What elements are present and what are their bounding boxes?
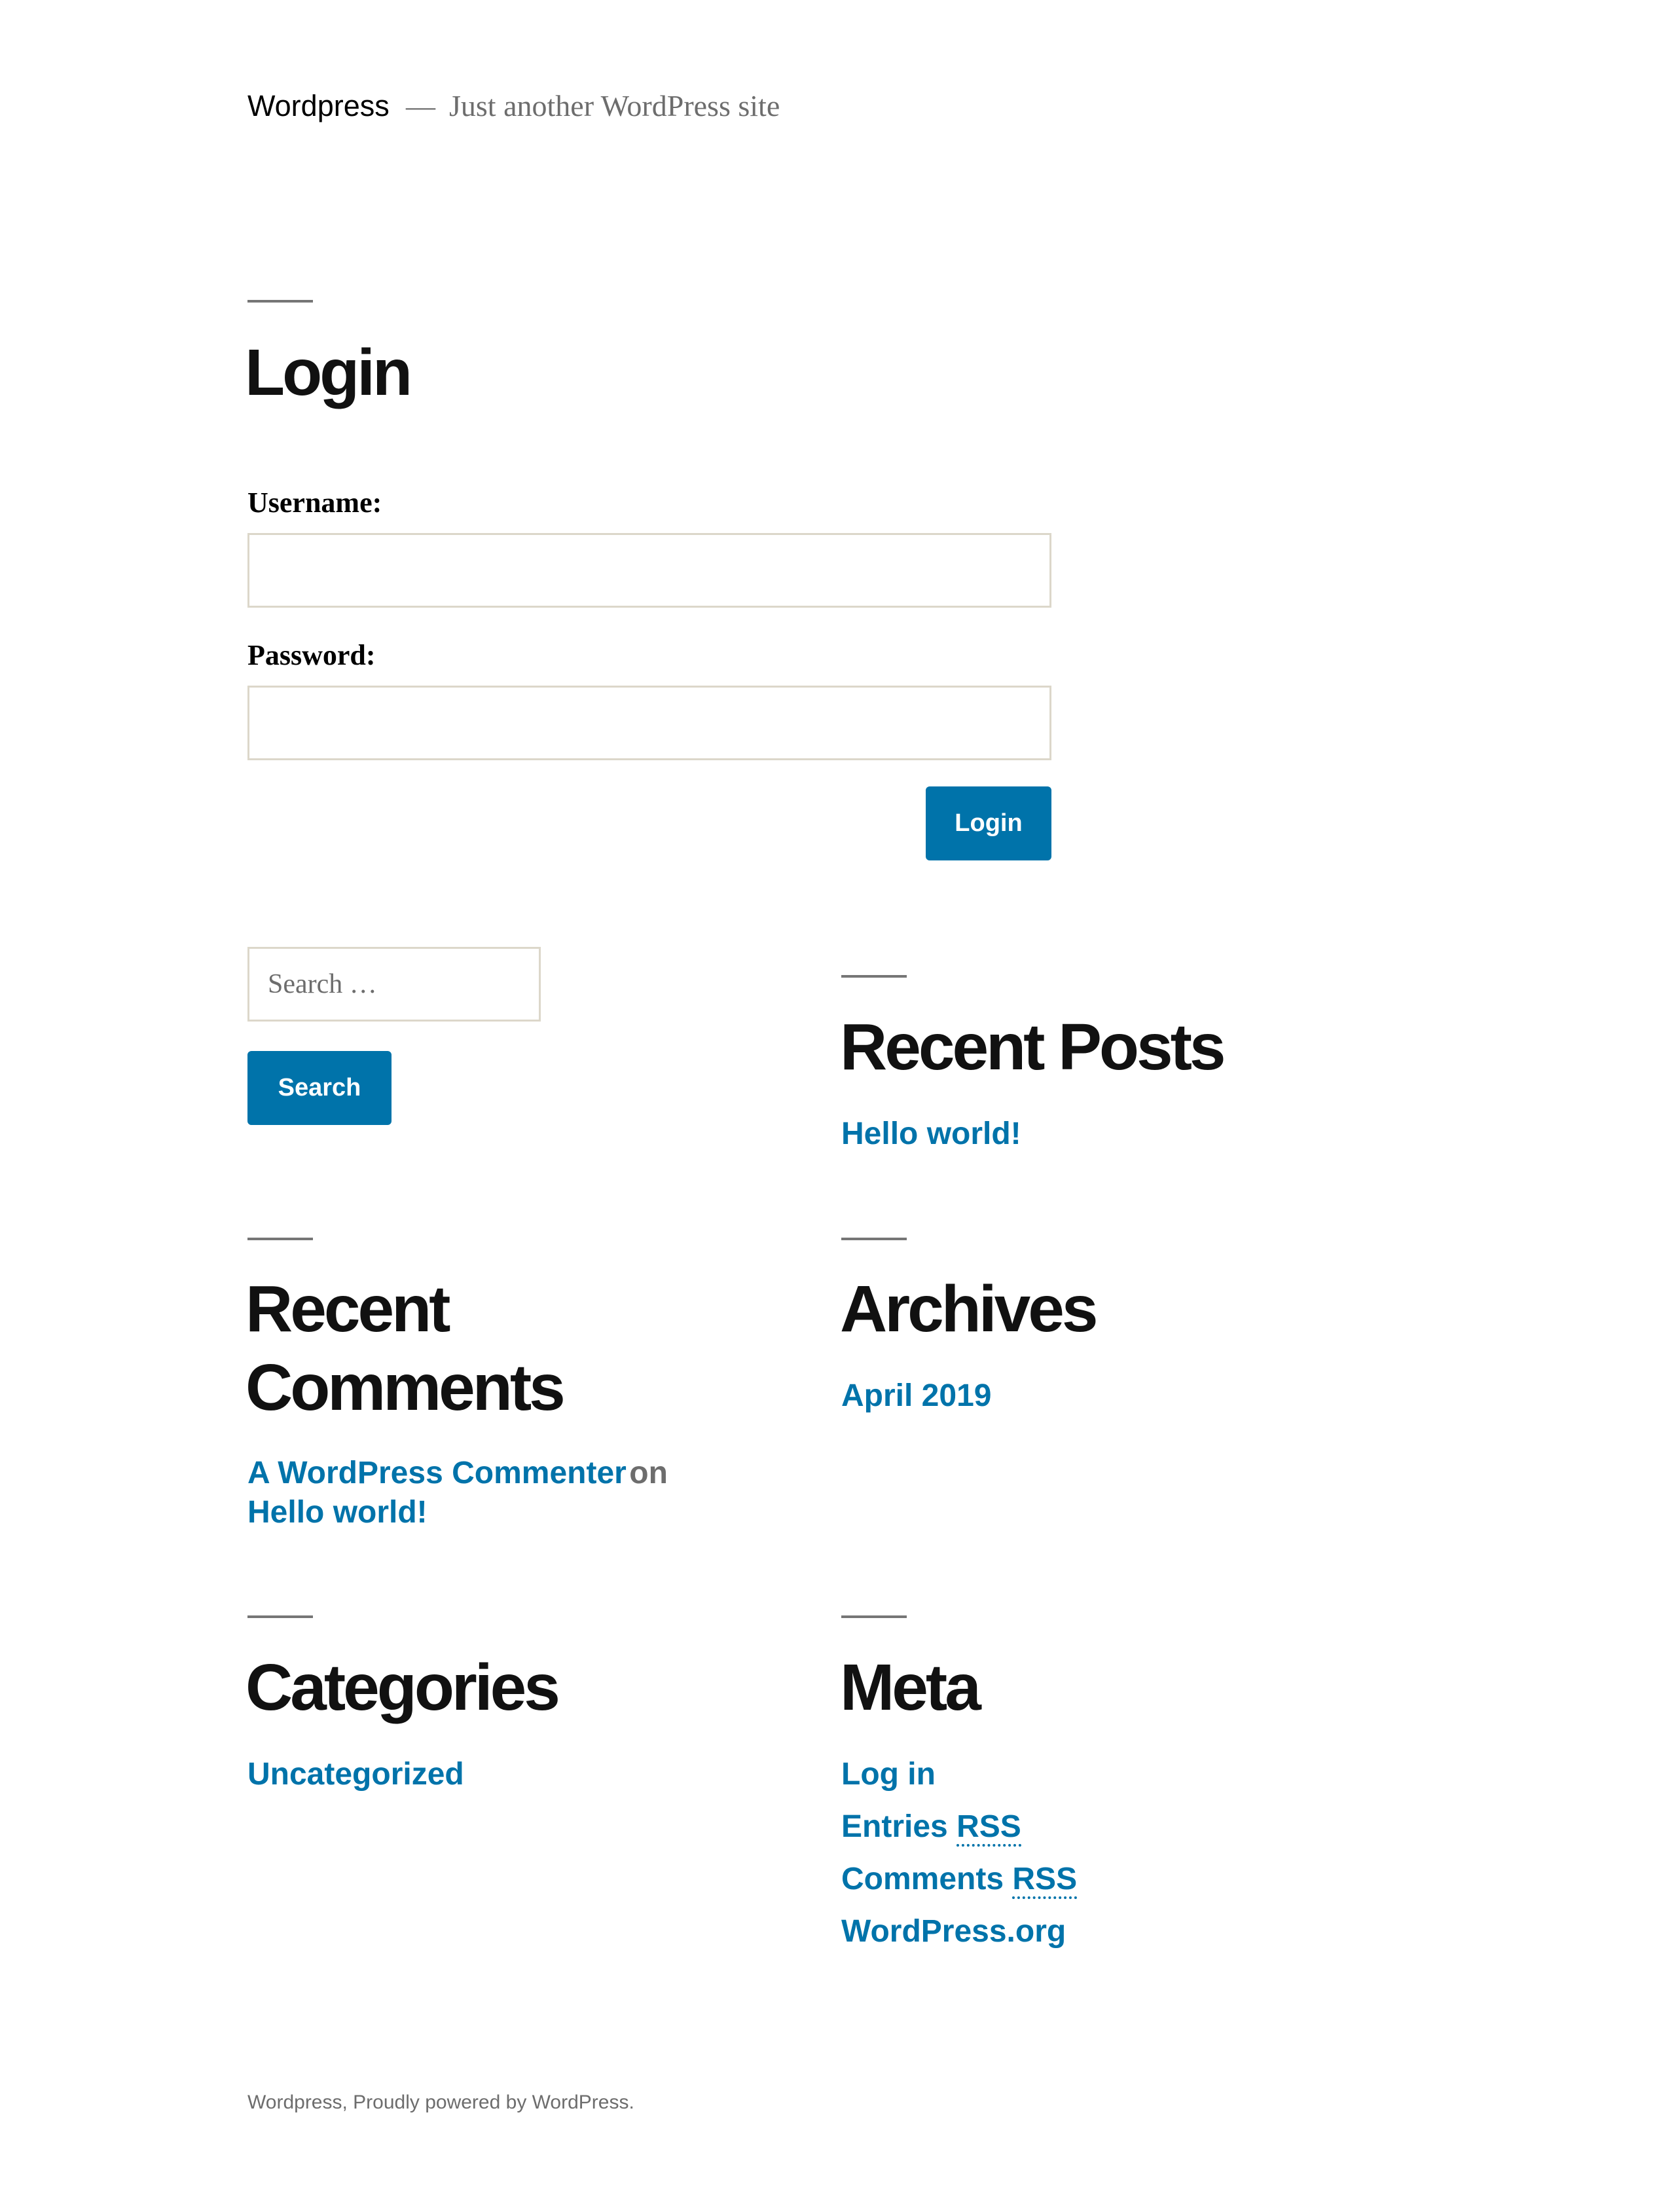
- recent-comments-title-line1: Recent: [246, 1272, 450, 1346]
- password-field[interactable]: [247, 686, 1051, 760]
- recent-comments-heading-rule: [247, 1238, 313, 1240]
- comment-author-link[interactable]: A WordPress Commenter: [247, 1456, 627, 1490]
- comments-rss-abbr: RSS: [1012, 1862, 1078, 1899]
- recent-comment-item: A WordPress Commenter on: [247, 1454, 668, 1493]
- comments-label: Comments: [841, 1862, 1004, 1896]
- site-title[interactable]: Wordpress: [247, 86, 390, 126]
- meta-heading-rule: [841, 1615, 907, 1618]
- site-title-separator: —: [406, 90, 435, 122]
- categories-heading-rule: [247, 1615, 313, 1618]
- search-button[interactable]: Search: [247, 1051, 392, 1125]
- meta-log-in-link[interactable]: Log in: [841, 1755, 936, 1794]
- login-heading-rule: [247, 300, 313, 303]
- archive-link[interactable]: April 2019: [841, 1376, 991, 1416]
- comment-post-link[interactable]: Hello world!: [247, 1493, 428, 1532]
- meta-entries-rss-link[interactable]: Entries RSS: [841, 1807, 1021, 1847]
- meta-comments-rss-link[interactable]: Comments RSS: [841, 1860, 1078, 1899]
- username-field[interactable]: [247, 533, 1051, 608]
- archives-title: Archives: [840, 1272, 1098, 1346]
- login-submit-button[interactable]: Login: [926, 786, 1051, 860]
- recent-comments-title-line2: Comments: [246, 1351, 566, 1424]
- footer-credits: Wordpress, Proudly powered by WordPress.: [247, 2092, 634, 2113]
- recent-posts-heading-rule: [841, 975, 907, 978]
- meta-title: Meta: [840, 1651, 981, 1724]
- login-page-title: Login: [245, 336, 412, 409]
- search-input[interactable]: [247, 947, 541, 1022]
- meta-wordpress-org-link[interactable]: WordPress.org: [841, 1912, 1066, 1951]
- site-description: Just another WordPress site: [449, 89, 780, 122]
- recent-posts-title: Recent Posts: [840, 1010, 1226, 1084]
- username-label: Username:: [247, 487, 382, 519]
- categories-title: Categories: [246, 1651, 560, 1724]
- archives-heading-rule: [841, 1238, 907, 1240]
- entries-rss-abbr: RSS: [956, 1809, 1021, 1847]
- entries-label: Entries: [841, 1809, 948, 1844]
- password-label: Password:: [247, 639, 376, 671]
- category-link[interactable]: Uncategorized: [247, 1755, 464, 1794]
- comment-connector-text: on: [629, 1456, 668, 1490]
- recent-post-link[interactable]: Hello world!: [841, 1115, 1021, 1154]
